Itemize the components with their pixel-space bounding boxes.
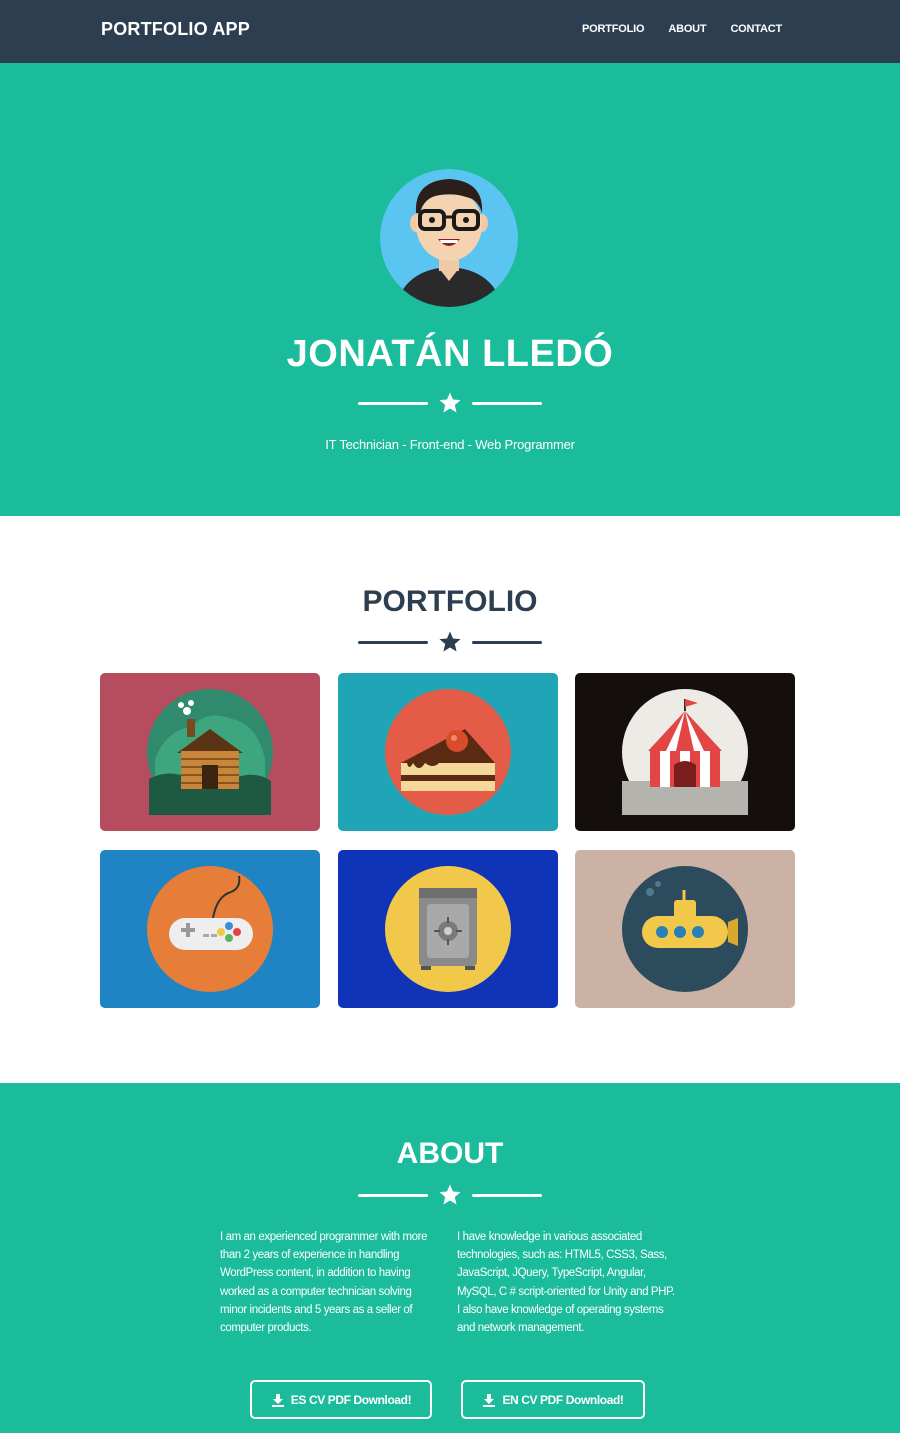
es-cv-download-button[interactable]: ES CV PDF Download!: [250, 1380, 432, 1419]
divider-line-right: [472, 401, 542, 405]
divider-line-right: [472, 1193, 542, 1197]
portfolio-item-submarine[interactable]: [575, 850, 795, 1008]
submarine-icon: [622, 866, 748, 992]
portfolio-item-cake[interactable]: [338, 673, 558, 831]
cake-icon: [385, 689, 511, 815]
brand-link[interactable]: PORTFOLIO APP: [101, 19, 250, 40]
circus-tent-icon: [622, 689, 748, 815]
divider-line-right: [472, 640, 542, 644]
download-icon: [271, 1393, 284, 1407]
star-icon: [439, 1184, 461, 1205]
game-controller-icon: [147, 866, 273, 992]
divider-line-left: [358, 401, 428, 405]
portfolio-item-circus[interactable]: [575, 673, 795, 831]
safe-icon: [385, 866, 511, 992]
cabin-icon: [147, 689, 273, 815]
navbar: PORTFOLIO APP PORTFOLIO ABOUT CONTACT: [0, 0, 900, 63]
en-cv-download-label: EN CV PDF Download!: [502, 1392, 624, 1407]
hero-name: JONATÁN LLEDÓ: [286, 333, 614, 375]
hero-subtitle: IT Technician - Front-end - Web Programm…: [325, 437, 575, 452]
hero-divider: [0, 391, 900, 415]
divider-line-left: [358, 640, 428, 644]
nav-links: PORTFOLIO ABOUT CONTACT: [582, 23, 782, 35]
about-divider: [0, 1183, 900, 1207]
hero-section: JONATÁN LLEDÓ IT Technician - Front-end …: [0, 63, 900, 516]
es-cv-download-label: ES CV PDF Download!: [290, 1392, 412, 1407]
en-cv-download-button[interactable]: EN CV PDF Download!: [461, 1380, 645, 1419]
nav-link-contact[interactable]: CONTACT: [730, 23, 782, 35]
avatar: [380, 169, 518, 307]
about-title: ABOUT: [396, 1137, 504, 1170]
nav-link-portfolio[interactable]: PORTFOLIO: [582, 23, 645, 35]
about-section: ABOUT I am an experienced programmer wit…: [0, 1083, 900, 1433]
portfolio-title: PORTFOLIO: [362, 585, 538, 618]
portfolio-divider: [0, 630, 900, 654]
portfolio-item-safe[interactable]: [338, 850, 558, 1008]
portfolio-section: PORTFOLIO: [0, 516, 900, 1083]
star-icon: [439, 392, 461, 413]
about-text-right: I have knowledge in various associated t…: [457, 1231, 675, 1335]
nav-link-about[interactable]: ABOUT: [668, 23, 706, 35]
portfolio-item-cabin[interactable]: [100, 673, 320, 831]
portfolio-item-game[interactable]: [100, 850, 320, 1008]
about-text-left: I am an experienced programmer with more…: [220, 1231, 428, 1335]
download-icon: [483, 1393, 496, 1407]
star-icon: [439, 631, 461, 652]
divider-line-left: [358, 1193, 428, 1197]
